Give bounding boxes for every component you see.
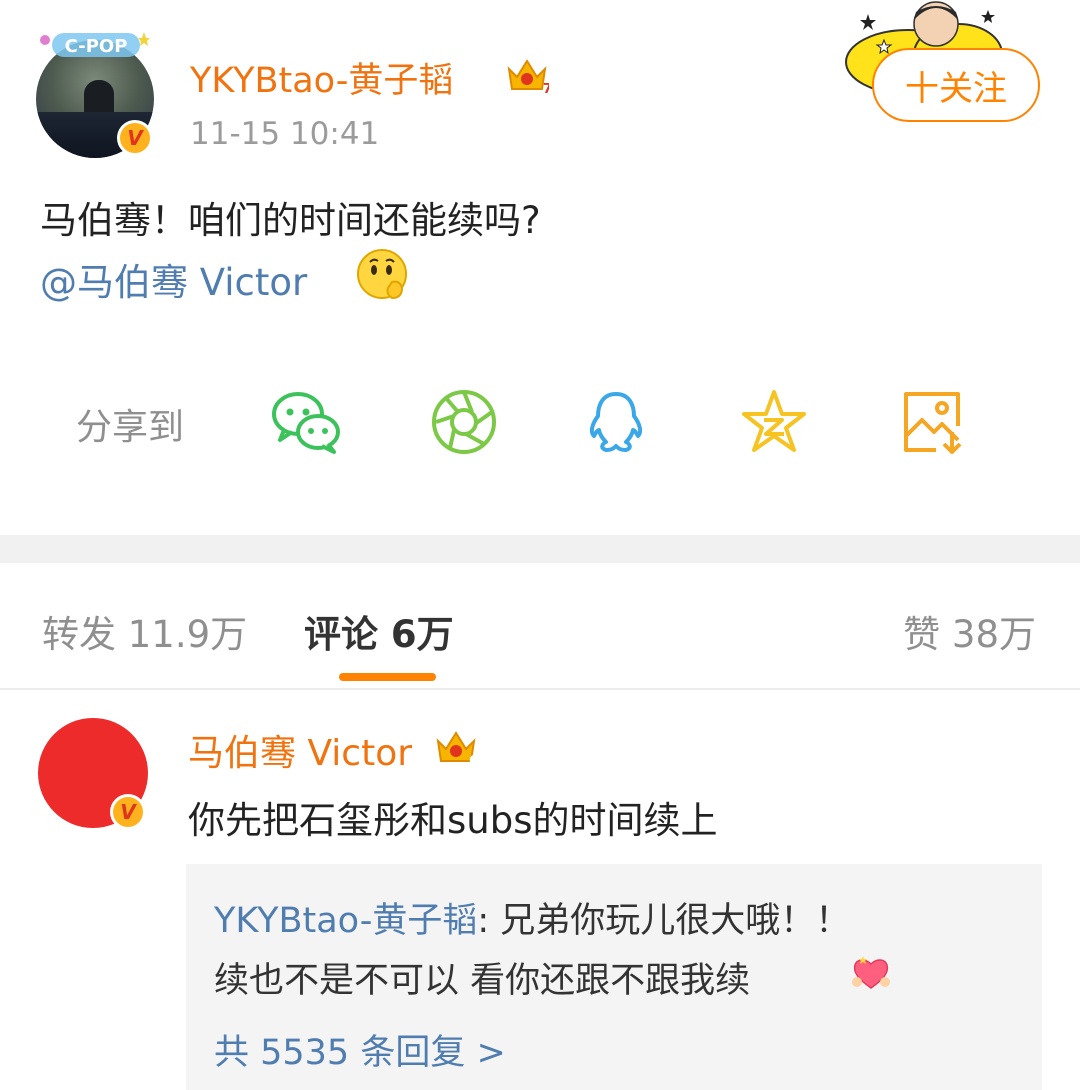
qzone-icon[interactable]	[738, 386, 810, 458]
qq-icon[interactable]	[580, 386, 652, 458]
save-image-icon[interactable]	[896, 386, 968, 458]
verified-badge-letter: V	[120, 800, 136, 824]
verified-badge-letter: V	[127, 126, 143, 150]
verified-badge-icon: V	[110, 794, 146, 830]
tab-likes[interactable]: 赞 38万	[903, 604, 1036, 658]
reply-line-1: YKYBtao-黄子韬: 兄弟你玩儿很大哦！！	[214, 892, 850, 943]
post-text: 马伯骞！咱们的时间还能续吗?	[40, 199, 541, 242]
mention-link[interactable]: @马伯骞 Victor	[40, 252, 307, 306]
cpop-sticker-text: C-POP	[65, 36, 128, 57]
heart-emoji	[852, 956, 890, 989]
wechat-icon[interactable]	[270, 386, 342, 458]
moments-icon[interactable]	[428, 386, 500, 458]
tab-comments[interactable]: 评论 6万	[304, 604, 454, 658]
section-divider	[0, 535, 1080, 563]
active-tab-indicator	[339, 673, 436, 681]
reply-author-name[interactable]: YKYBtao-黄子韬	[214, 901, 477, 941]
vip-crown-icon: 6	[436, 731, 478, 767]
share-label: 分享到	[76, 407, 185, 448]
reply-line-2: 续也不是不可以 看你还跟不跟我续	[214, 961, 751, 1001]
verified-badge-icon: V	[117, 120, 153, 156]
view-replies-link[interactable]: 共 5535 条回复 >	[214, 1024, 506, 1075]
reply-separator: :	[477, 901, 501, 941]
commenter-name[interactable]: 马伯骞 Victor	[188, 724, 412, 776]
follow-button[interactable]: 十关注	[872, 48, 1040, 122]
tab-repost[interactable]: 转发 11.9万	[42, 604, 247, 658]
cpop-sticker: C-POP	[40, 32, 150, 57]
reply-text-1: 兄弟你玩儿很大哦！！	[500, 901, 851, 941]
tab-divider	[0, 688, 1080, 690]
vip-level-number: 7	[543, 82, 549, 95]
thinking-face-emoji	[357, 249, 407, 300]
post-author-name[interactable]: YKYBtao-黄子韬	[190, 52, 453, 103]
vip-crown-icon: 7	[507, 59, 549, 95]
comment-text: 你先把石玺彤和subs的时间续上	[188, 799, 718, 842]
vip-level-number: 6	[469, 754, 478, 767]
post-timestamp: 11-15 10:41	[190, 116, 380, 152]
